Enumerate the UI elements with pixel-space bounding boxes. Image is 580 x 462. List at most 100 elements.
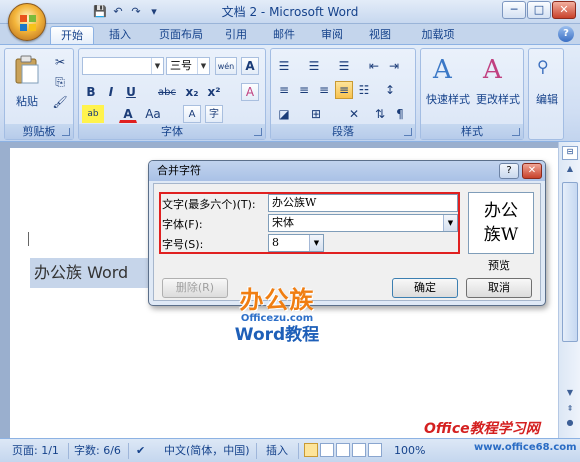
line-spacing-icon[interactable]: ↕ [381, 81, 399, 99]
char-border-button[interactable]: A [241, 57, 259, 75]
tab-page-layout[interactable]: 页面布局 [150, 26, 212, 44]
paste-icon[interactable] [13, 55, 41, 85]
copy-icon[interactable]: ⎘ [51, 73, 69, 91]
maximize-button[interactable]: □ [527, 1, 551, 19]
insert-mode[interactable]: 插入 [266, 443, 288, 459]
char-shading-icon[interactable]: A [183, 105, 201, 123]
numbering-icon[interactable]: ☰ [305, 57, 323, 75]
dialog-help-button[interactable]: ? [499, 163, 519, 179]
paste-label[interactable]: 粘贴 [9, 93, 45, 109]
preview-text: 办公 族W [483, 201, 519, 245]
web-layout-view-icon[interactable] [336, 443, 350, 457]
help-icon[interactable]: ? [558, 26, 574, 42]
font-label: 字体(F): [162, 218, 203, 231]
size-select[interactable]: 8 ▼ [268, 234, 324, 252]
scroll-thumb[interactable] [562, 182, 578, 342]
underline-button[interactable]: U [122, 83, 140, 101]
ribbon: 粘贴 ✂ ⎘ 🖌 剪贴板 ▼ 三号 ▼ wén A B I U abc x₂ x²… [0, 44, 580, 142]
quick-styles-icon[interactable]: A [433, 55, 452, 85]
highlight-icon[interactable]: ab [82, 105, 104, 123]
phonetic-guide-button[interactable]: wén [215, 57, 237, 75]
change-styles-label[interactable]: 更改样式 [473, 91, 523, 107]
change-case-button[interactable]: Aa [141, 105, 165, 123]
full-screen-view-icon[interactable] [320, 443, 334, 457]
font-color-icon[interactable]: A [119, 105, 137, 123]
proofing-icon[interactable]: ✔ [136, 443, 145, 459]
draft-view-icon[interactable] [368, 443, 382, 457]
scroll-down-icon[interactable]: ▼ [562, 388, 578, 402]
subscript-button[interactable]: x₂ [183, 83, 201, 101]
dropdown-arrow-icon: ▼ [443, 215, 457, 231]
delete-button[interactable]: 删除(R) [162, 278, 228, 298]
tab-addins[interactable]: 加载项 [414, 26, 462, 44]
enclose-char-icon[interactable]: 字 [205, 105, 223, 123]
show-marks-icon[interactable]: ¶ [391, 105, 409, 123]
quick-styles-label[interactable]: 快速样式 [423, 91, 473, 107]
align-left-icon[interactable]: ≡ [275, 81, 293, 99]
close-button[interactable]: ✕ [552, 1, 576, 19]
tab-view[interactable]: 视图 [362, 26, 398, 44]
styles-group-label: 样式 [421, 124, 523, 139]
print-layout-view-icon[interactable] [304, 443, 318, 457]
editing-button[interactable]: 编辑 [529, 91, 565, 107]
decrease-indent-icon[interactable]: ⇤ [365, 57, 383, 75]
font-launcher-icon[interactable] [254, 128, 262, 136]
borders-icon[interactable]: ⊞ [307, 105, 325, 123]
tab-references[interactable]: 引用 [218, 26, 254, 44]
title-bar: 💾 ↶ ↷ ▾ 文档 2 - Microsoft Word ─ □ ✕ [0, 0, 580, 24]
prev-page-icon[interactable]: ⇞ [562, 404, 578, 418]
text-input[interactable]: 办公族W [268, 194, 458, 212]
dialog-close-button[interactable]: ✕ [522, 163, 542, 179]
minimize-button[interactable]: ─ [502, 1, 526, 19]
tab-review[interactable]: 审阅 [314, 26, 350, 44]
distributed-icon[interactable]: ☷ [355, 81, 373, 99]
font-select[interactable]: 宋体 ▼ [268, 214, 458, 232]
tab-mailings[interactable]: 邮件 [266, 26, 302, 44]
superscript-button[interactable]: x² [205, 83, 223, 101]
align-right-icon[interactable]: ≡ [315, 81, 333, 99]
binoculars-icon[interactable]: ⚲ [537, 57, 549, 76]
ruler-toggle-icon[interactable]: ⊟ [562, 146, 578, 160]
styles-launcher-icon[interactable] [512, 128, 520, 136]
vertical-scrollbar[interactable]: ⊟ ▲ ▼ ⇞ ● [558, 142, 580, 438]
tab-home[interactable]: 开始 [50, 26, 94, 44]
dropdown-arrow-icon: ▼ [309, 235, 323, 251]
bullets-icon[interactable]: ☰ [275, 57, 293, 75]
bold-button[interactable]: B [82, 83, 100, 101]
sort-icon[interactable]: ⇅ [371, 105, 389, 123]
format-painter-icon[interactable]: 🖌 [51, 93, 69, 111]
outline-view-icon[interactable] [352, 443, 366, 457]
language-status[interactable]: 中文(简体，中国) [164, 443, 250, 459]
ok-button[interactable]: 确定 [392, 278, 458, 298]
paragraph-launcher-icon[interactable] [404, 128, 412, 136]
page-count[interactable]: 页面: 1/1 [12, 443, 59, 459]
window-title: 文档 2 - Microsoft Word [221, 5, 359, 19]
increase-indent-icon[interactable]: ⇥ [385, 57, 403, 75]
cut-icon[interactable]: ✂ [51, 53, 69, 71]
dialog-title: 合并字符 [149, 161, 545, 181]
multilevel-list-icon[interactable]: ☰ [335, 57, 353, 75]
asian-layout-icon[interactable]: ✕ [345, 105, 363, 123]
tab-insert[interactable]: 插入 [100, 26, 140, 44]
zoom-level[interactable]: 100% [394, 443, 425, 459]
align-center-icon[interactable]: ≡ [295, 81, 313, 99]
dropdown-arrow-icon: ▼ [151, 58, 163, 74]
clear-format-button[interactable]: A [241, 83, 259, 101]
italic-button[interactable]: I [102, 83, 120, 101]
word-count[interactable]: 字数: 6/6 [74, 443, 121, 459]
shading-icon[interactable]: ◪ [275, 105, 293, 123]
clipboard-launcher-icon[interactable] [62, 128, 70, 136]
font-size-combo[interactable]: 三号 ▼ [166, 57, 210, 75]
strikethrough-button[interactable]: abc [155, 83, 179, 101]
office-button[interactable] [8, 3, 46, 41]
select-browse-icon[interactable]: ● [562, 418, 578, 432]
paragraph-group: ☰ ☰ ☰ ⇤ ⇥ ≡ ≡ ≡ ≡ ☷ ↕ ◪ ⊞ ✕ ⇅ ¶ 段落 [270, 48, 416, 140]
change-styles-icon[interactable]: A [483, 55, 502, 85]
cancel-button[interactable]: 取消 [466, 278, 532, 298]
scroll-up-icon[interactable]: ▲ [562, 164, 578, 178]
justify-icon[interactable]: ≡ [335, 81, 353, 99]
combine-chars-dialog: 合并字符 ? ✕ 文字(最多六个)(T): 办公族W 字体(F): 宋体 ▼ 字号… [148, 160, 546, 306]
font-name-combo[interactable]: ▼ [82, 57, 164, 75]
corner-watermark: Office教程学习网 [424, 421, 540, 437]
preview-box: 办公 族W [468, 192, 534, 254]
